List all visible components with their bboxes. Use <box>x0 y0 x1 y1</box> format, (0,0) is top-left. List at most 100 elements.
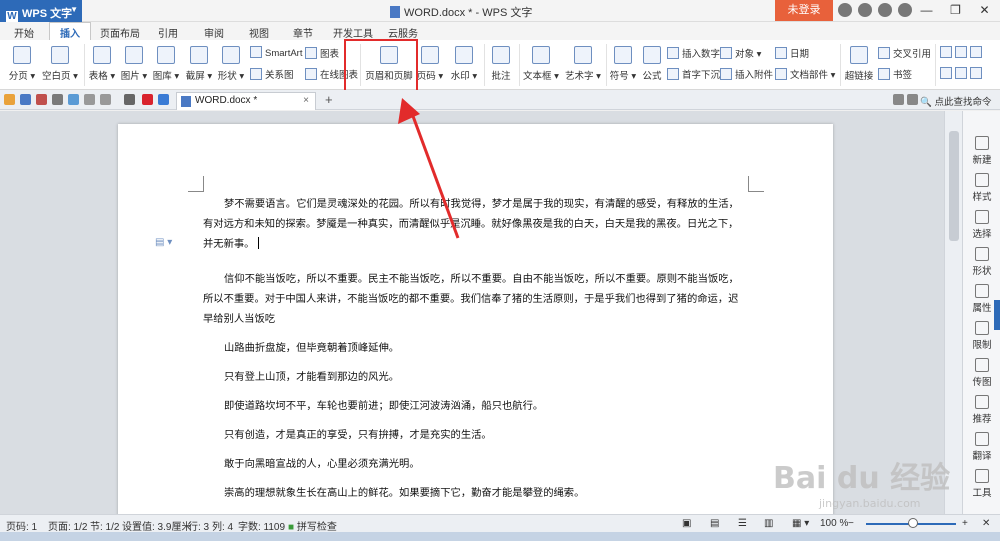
status-word-count[interactable]: 字数: 1109 <box>238 518 285 533</box>
dropcap-button[interactable]: 首字下沉 <box>667 67 720 81</box>
tab-review[interactable]: 审阅 <box>204 25 224 40</box>
tab-chapter[interactable]: 章节 <box>293 25 313 40</box>
tab-insert[interactable]: 插入 <box>49 22 91 40</box>
bookmark-button[interactable]: 书签 <box>878 67 912 81</box>
restore-button[interactable]: ❐ <box>941 0 970 21</box>
outline-view-icon[interactable]: ☰ <box>738 518 747 529</box>
panel-upload-image[interactable]: 传图 <box>963 358 1000 388</box>
print-icon[interactable] <box>52 94 63 105</box>
hyperlink-button[interactable]: 超链接 <box>843 46 875 82</box>
relation-chart-button[interactable]: 关系图 <box>250 67 294 81</box>
lock-form-icon[interactable] <box>955 67 967 79</box>
status-pages[interactable]: 页面: 1/2 <box>48 518 87 533</box>
tab-cloud[interactable]: 云服务 <box>388 25 418 40</box>
tab-view[interactable]: 视图 <box>249 25 269 40</box>
smartart-button[interactable]: SmartArt <box>250 46 302 59</box>
checkbox-form-icon[interactable] <box>940 46 952 58</box>
zoom-out-button[interactable]: − <box>848 518 854 529</box>
tab-page-layout[interactable]: 页面布局 <box>100 25 140 40</box>
paragraph: 只有创造，才是真正的享受，只有拚搏，才是充实的生活。 <box>224 429 492 441</box>
close-button[interactable]: ✕ <box>970 0 999 21</box>
close-tab-icon[interactable]: × <box>303 95 309 106</box>
number-icon <box>667 47 679 59</box>
zoom-slider-knob[interactable] <box>908 518 918 528</box>
panel-tools[interactable]: 工具 <box>963 469 1000 499</box>
panel-recommend[interactable]: 推荐 <box>963 395 1000 425</box>
app-menu-button[interactable]: W WPS 文字 ▼ <box>0 0 82 23</box>
wordart-button[interactable]: 艺术字 ▾ <box>563 46 603 82</box>
formula-button[interactable]: 公式 <box>639 46 665 82</box>
form-field-icon[interactable] <box>955 46 967 58</box>
date-button[interactable]: 日期 <box>775 46 809 60</box>
cross-ref-button[interactable]: 交叉引用 <box>878 46 931 60</box>
panel-styles[interactable]: 样式 <box>963 173 1000 203</box>
zoom-in-button[interactable]: + <box>962 518 968 529</box>
wps-home-icon[interactable] <box>142 94 153 105</box>
read-view-icon[interactable]: ▦ ▾ <box>792 518 809 529</box>
textbox-button[interactable]: 文本框 ▾ <box>521 46 561 82</box>
picture-button[interactable]: 图片 ▾ <box>118 46 150 82</box>
command-search[interactable]: 🔍 点此查找命令 <box>920 94 991 108</box>
object-button[interactable]: 对象 ▾ <box>720 46 761 60</box>
customize-toolbar-icon[interactable] <box>124 94 135 105</box>
gallery-button[interactable]: 图库 ▾ <box>150 46 182 82</box>
paragraph-mark-icon[interactable]: ▤ ▾ <box>155 237 172 248</box>
new-doc-icon <box>975 136 989 150</box>
status-spellcheck[interactable]: ■ 拼写检查 <box>288 518 337 533</box>
insert-number-button[interactable]: 插入数字 <box>667 46 720 60</box>
share-icon[interactable] <box>878 3 892 17</box>
combo-form-icon[interactable] <box>940 67 952 79</box>
web-view-icon[interactable]: ▥ <box>764 518 773 529</box>
panel-select[interactable]: 选择 <box>963 210 1000 240</box>
doc-parts-button[interactable]: 文档部件 ▾ <box>775 67 835 81</box>
undo-icon[interactable] <box>84 94 95 105</box>
list-form-icon[interactable] <box>970 46 982 58</box>
cloud-doc-icon[interactable] <box>158 94 169 105</box>
panel-translate[interactable]: 翻译 <box>963 432 1000 462</box>
scroll-thumb[interactable] <box>949 131 959 241</box>
symbol-button[interactable]: 符号 ▾ <box>608 46 638 82</box>
window-title: WORD.docx * - WPS 文字 <box>390 4 532 20</box>
panel-icon[interactable] <box>893 94 904 105</box>
blank-page-button[interactable]: 空白页 ▾ <box>40 46 80 82</box>
tab-word-docx[interactable]: WORD.docx * × <box>176 92 316 110</box>
design-form-icon[interactable] <box>970 67 982 79</box>
tab-developer[interactable]: 开发工具 <box>333 25 373 40</box>
tab-start[interactable]: 开始 <box>14 25 34 40</box>
screenshot-button[interactable]: 截屏 ▾ <box>183 46 215 82</box>
zoom-level[interactable]: 100 % <box>820 518 848 529</box>
settings-icon[interactable] <box>858 3 872 17</box>
fullscreen-icon[interactable]: ▣ <box>682 518 691 529</box>
export-pdf-icon[interactable] <box>36 94 47 105</box>
skin-icon[interactable] <box>838 3 852 17</box>
table-button[interactable]: 表格 ▾ <box>86 46 118 82</box>
attachment-button[interactable]: 插入附件 <box>720 67 773 81</box>
page-number-button[interactable]: 页码 ▾ <box>416 46 444 82</box>
document-body[interactable]: 梦不需要语言。它们是灵魂深处的花园。所以有时我觉得，梦才是属于我的现实，有清醒的… <box>203 194 748 503</box>
redo-icon[interactable] <box>100 94 111 105</box>
print-preview-icon[interactable] <box>68 94 79 105</box>
page-break-button[interactable]: 分页 ▾ <box>4 46 40 82</box>
shapes-button[interactable]: 形状 ▾ <box>215 46 247 82</box>
panel-shapes[interactable]: 形状 <box>963 247 1000 277</box>
status-expand-icon[interactable]: ✕ <box>982 518 990 529</box>
online-chart-icon <box>305 68 317 80</box>
help-icon[interactable] <box>898 3 912 17</box>
save-icon[interactable] <box>20 94 31 105</box>
document-icon <box>181 96 191 107</box>
close-doc-icon[interactable] <box>907 94 918 105</box>
table-icon <box>93 46 111 64</box>
document-page[interactable]: 梦不需要语言。它们是灵魂深处的花园。所以有时我觉得，梦才是属于我的现实，有清醒的… <box>118 124 833 514</box>
panel-collapse-handle[interactable] <box>994 300 1000 330</box>
page-view-icon[interactable]: ▤ <box>710 518 719 529</box>
panel-new[interactable]: 新建 <box>963 136 1000 166</box>
add-tab-button[interactable]: + <box>325 92 333 107</box>
comment-button[interactable]: 批注 <box>487 46 515 82</box>
login-button[interactable]: 未登录 <box>775 0 833 21</box>
minimize-button[interactable]: — <box>912 0 941 21</box>
watermark-button[interactable]: 水印 ▾ <box>448 46 480 82</box>
tab-references[interactable]: 引用 <box>158 25 178 40</box>
dropcap-icon <box>667 68 679 80</box>
chart-button[interactable]: 图表 <box>305 46 339 60</box>
open-icon[interactable] <box>4 94 15 105</box>
